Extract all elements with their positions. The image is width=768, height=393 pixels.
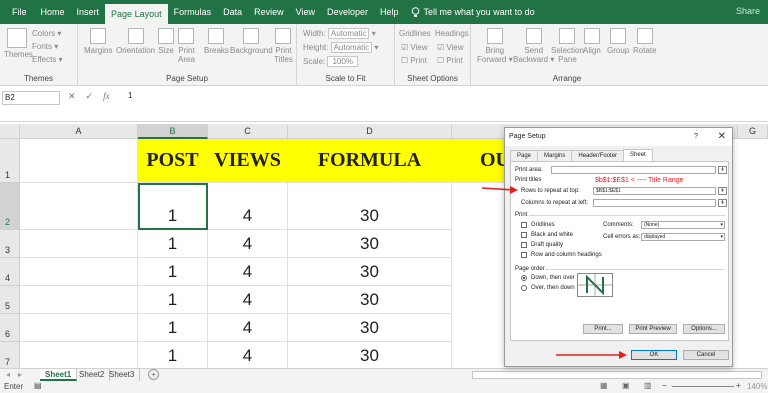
rows-annotation-arrow <box>481 187 515 191</box>
ok-arrow-head <box>619 351 627 359</box>
rows-arrow-head <box>510 186 518 194</box>
annotation-arrows <box>481 186 627 359</box>
